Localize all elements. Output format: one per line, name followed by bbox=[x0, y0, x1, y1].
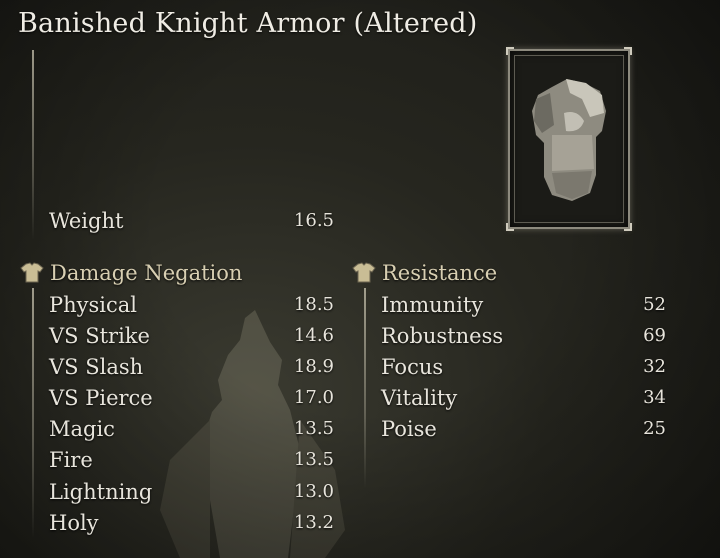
stat-label: Magic bbox=[49, 417, 115, 441]
stat-label: Robustness bbox=[381, 324, 504, 348]
stat-value: 13.5 bbox=[293, 449, 334, 470]
stat-value: 52 bbox=[643, 294, 666, 315]
stat-label: Fire bbox=[49, 448, 93, 472]
divider-left-lower bbox=[32, 288, 34, 538]
stat-row: Magic 13.5 bbox=[49, 414, 334, 444]
stat-row: Poise 25 bbox=[381, 414, 666, 444]
stat-label: Physical bbox=[49, 293, 138, 317]
stat-row: VS Strike 14.6 bbox=[49, 321, 334, 351]
stat-label: Lightning bbox=[49, 480, 153, 504]
item-portrait bbox=[506, 47, 632, 231]
stat-value: 34 bbox=[643, 387, 666, 408]
stat-row: Fire 13.5 bbox=[49, 445, 334, 475]
stat-row: Vitality 34 bbox=[381, 383, 666, 413]
stat-label: VS Slash bbox=[49, 355, 144, 379]
stat-row: VS Pierce 17.0 bbox=[49, 383, 334, 413]
stat-label: Holy bbox=[49, 511, 99, 535]
stat-label: Weight bbox=[49, 209, 124, 233]
armor-icon bbox=[532, 79, 606, 201]
stat-value: 32 bbox=[643, 356, 666, 377]
stat-label: VS Pierce bbox=[49, 386, 153, 410]
stat-weight: Weight 16.5 bbox=[49, 206, 334, 236]
stat-value: 16.5 bbox=[293, 210, 334, 231]
stat-row: Robustness 69 bbox=[381, 321, 666, 351]
stat-value: 69 bbox=[643, 325, 666, 346]
stat-row: Holy 13.2 bbox=[49, 508, 334, 538]
stat-value: 13.0 bbox=[293, 481, 334, 502]
stat-label: VS Strike bbox=[49, 324, 150, 348]
stat-value: 18.9 bbox=[293, 356, 334, 377]
stat-value: 18.5 bbox=[293, 294, 334, 315]
stat-row: Focus 32 bbox=[381, 352, 666, 382]
divider-right bbox=[364, 288, 366, 488]
stat-row: Lightning 13.0 bbox=[49, 477, 334, 507]
divider-left bbox=[32, 50, 34, 240]
armor-icon bbox=[352, 262, 376, 283]
stat-label: Poise bbox=[381, 417, 437, 441]
item-title: Banished Knight Armor (Altered) bbox=[18, 8, 478, 39]
stat-value: 13.2 bbox=[293, 512, 334, 533]
stat-row: Physical 18.5 bbox=[49, 290, 334, 320]
stat-label: Immunity bbox=[381, 293, 484, 317]
armor-icon bbox=[20, 262, 44, 283]
stat-row: VS Slash 18.9 bbox=[49, 352, 334, 382]
stat-label: Vitality bbox=[381, 386, 458, 410]
stat-value: 25 bbox=[643, 418, 666, 439]
stat-row: Immunity 52 bbox=[381, 290, 666, 320]
stat-value: 17.0 bbox=[293, 387, 334, 408]
stat-value: 14.6 bbox=[293, 325, 334, 346]
stat-label: Focus bbox=[381, 355, 444, 379]
stat-value: 13.5 bbox=[293, 418, 334, 439]
